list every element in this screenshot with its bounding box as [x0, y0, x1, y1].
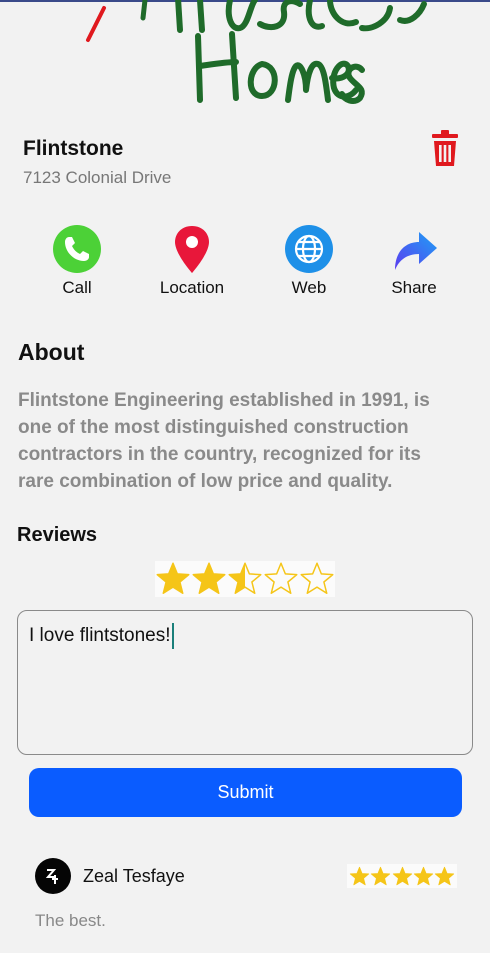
user-avatar-icon — [45, 869, 58, 884]
star-filled-icon — [349, 866, 370, 885]
trash-icon — [432, 130, 458, 166]
star-empty-icon — [300, 562, 334, 594]
share-button[interactable]: Share — [384, 224, 444, 298]
star-filled-icon — [392, 866, 412, 885]
review-text: The best. — [35, 911, 106, 930]
reviews-heading: Reviews — [17, 524, 98, 546]
web-button[interactable]: Web — [279, 224, 339, 298]
star-filled-icon — [434, 866, 455, 885]
share-arrow-icon — [389, 224, 439, 274]
location-button[interactable]: Location — [152, 224, 232, 298]
avatar — [35, 858, 71, 894]
about-text: Flintstone Engineering established in 19… — [18, 390, 430, 492]
map-pin-icon — [167, 224, 217, 274]
rating-input[interactable] — [155, 561, 335, 597]
submit-button[interactable]: Submit — [29, 768, 462, 817]
delete-button[interactable] — [428, 130, 462, 168]
review-input-value: I love flintstones! — [29, 625, 171, 647]
star-filled-icon — [371, 866, 391, 885]
star-filled-icon — [156, 562, 190, 594]
star-half-icon — [228, 562, 262, 594]
star-empty-icon — [264, 562, 298, 594]
location-label: Location — [159, 278, 225, 297]
phone-icon — [52, 224, 102, 274]
star-filled-icon — [413, 866, 433, 885]
text-cursor — [171, 623, 174, 649]
call-button[interactable]: Call — [47, 224, 107, 298]
review-author: Zeal Tesfaye — [83, 866, 185, 886]
call-label: Call — [62, 278, 92, 297]
star-filled-icon — [192, 562, 226, 594]
web-label: Web — [291, 278, 327, 297]
business-name: Flintstone — [23, 137, 124, 160]
business-logo-image — [0, 0, 490, 112]
review-text-input[interactable]: I love flintstones! — [17, 610, 473, 755]
review-rating — [347, 864, 457, 888]
globe-icon — [284, 224, 334, 274]
about-heading: About — [18, 339, 85, 365]
business-address: 7123 Colonial Drive — [23, 168, 172, 187]
share-label: Share — [391, 278, 437, 297]
